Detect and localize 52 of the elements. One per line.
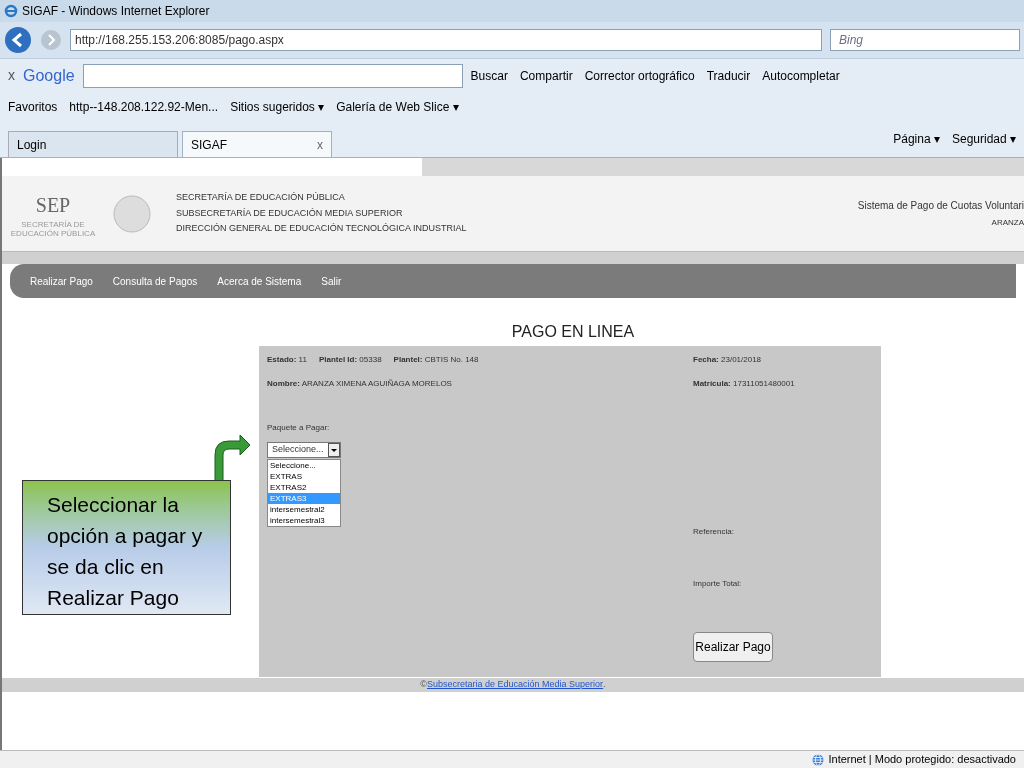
header-text: SECRETARÍA DE EDUCACIÓN PÚBLICA	[176, 191, 346, 205]
date-text: Fecha: 23/01/2018	[693, 354, 763, 366]
sep-logo: SEP	[35, 192, 71, 218]
menu-link[interactable]: Salir	[321, 273, 342, 289]
reference-label: Referencia:	[693, 526, 735, 538]
package-select[interactable]: Seleccione...	[267, 442, 341, 458]
enrollment-text: Matrícula: 17311051480001	[693, 378, 796, 390]
system-name: Sistema de Pago de Cuotas Voluntari	[857, 199, 1024, 213]
toolbar-button[interactable]: Buscar	[470, 66, 508, 85]
dropdown-option[interactable]: Seleccione...	[268, 460, 340, 471]
package-label: Paquete a Pagar:	[267, 422, 331, 434]
command-button[interactable]: Página ▾	[893, 130, 940, 148]
browser-tab[interactable]: SIGAF x	[182, 131, 332, 157]
toolbar-button[interactable]: Corrector ortográfico	[584, 66, 695, 85]
google-logo: Google	[23, 65, 75, 86]
dropdown-option[interactable]: intersemestral3	[268, 515, 340, 526]
dropdown-option[interactable]: intersemestral2	[268, 504, 340, 515]
info-text: Plantel: CBTIS No. 148	[393, 354, 479, 366]
favorites-link[interactable]: http--148.208.122.92-Men...	[69, 98, 219, 116]
info-text: Estado: 11	[267, 354, 307, 366]
user-name: ARANZA	[991, 217, 1024, 229]
pay-button[interactable]: Realizar Pago	[693, 632, 773, 662]
footer-text: .	[603, 678, 606, 692]
menu-link[interactable]: Realizar Pago	[30, 273, 93, 289]
header-text: DIRECCIÓN GENERAL DE EDUCACIÓN TECNOLÓGICA INDUSTRIAL	[176, 222, 467, 236]
menu-link[interactable]: Consulta de Pagos	[112, 273, 198, 289]
total-label: Importe Total:	[693, 578, 743, 590]
favorites-link[interactable]: Sitios sugeridos ▾	[230, 98, 325, 116]
dropdown-option[interactable]: EXTRAS	[268, 471, 340, 482]
tab-close-button[interactable]: x	[317, 135, 323, 154]
dropdown-option[interactable]: EXTRAS2	[268, 482, 340, 493]
info-text: Plantel Id: 05338	[318, 354, 382, 366]
favorites-link[interactable]: Galería de Web Slice ▾	[336, 98, 459, 116]
sep-logo-caption: SECRETARÍA DE EDUCACIÓN PÚBLICA	[9, 219, 97, 238]
search-field[interactable]: Bing	[830, 29, 1020, 51]
close-toolbar-button[interactable]: x	[8, 65, 15, 86]
window-title: SIGAF - Windows Internet Explorer	[22, 3, 210, 20]
callout-text: Seleccionar la opción a pagar y se da clic en Realizar Pago	[47, 492, 204, 611]
toolbar-button[interactable]: Autocompletar	[762, 66, 840, 85]
command-button[interactable]: Seguridad ▾	[951, 130, 1016, 148]
header-text: SUBSECRETARÍA DE EDUCACIÓN MEDIA SUPERIOR	[176, 206, 404, 220]
status-text: Internet | Modo protegido: desactivado	[828, 752, 1016, 768]
favorites-link[interactable]: Favoritos	[8, 98, 58, 116]
url-text: http://168.255.153.206:8085/pago.aspx	[75, 32, 284, 49]
copyright-text: ©	[420, 678, 427, 692]
address-field[interactable]: http://168.255.153.206:8085/pago.aspx	[70, 29, 822, 51]
name-text: Nombre: ARANZA XIMENA AGUIÑAGA MORELOS	[267, 378, 452, 390]
page-title: PAGO EN LINEA	[511, 322, 635, 342]
toolbar-button[interactable]: Compartir	[519, 66, 573, 85]
browser-tab[interactable]: Login	[8, 131, 178, 157]
toolbar-button[interactable]: Traducir	[706, 66, 751, 85]
menu-link[interactable]: Acerca de Sistema	[217, 273, 302, 289]
